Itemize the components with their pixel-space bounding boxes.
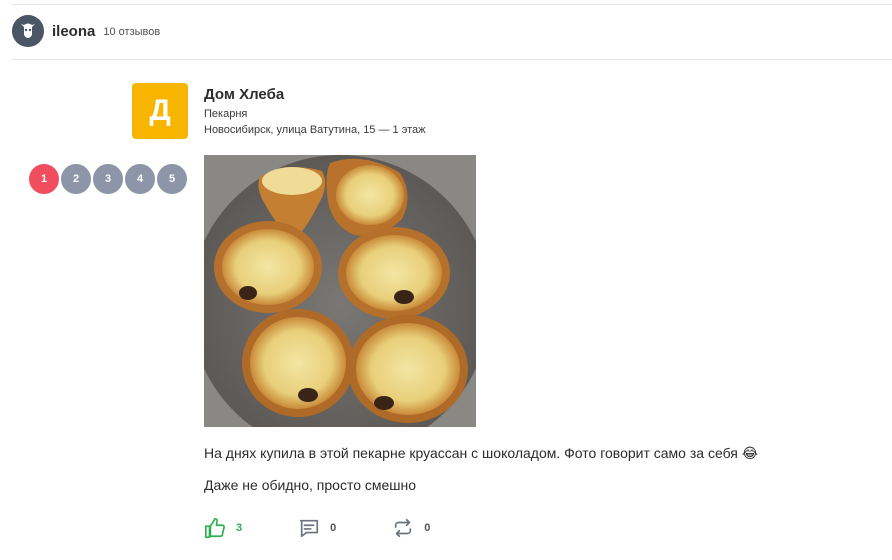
croissant-photo-icon [204,155,476,427]
like-button[interactable]: 3 [204,517,242,539]
top-divider [12,4,892,5]
place-category: Пекарня [204,108,248,120]
rating-star-5: 5 [156,163,188,195]
review-actions: 3 0 0 [204,517,486,539]
username[interactable]: ileona [52,23,95,40]
comment-button[interactable]: 0 [298,517,336,539]
comment-icon [300,519,319,538]
review-paragraph: На днях купила в этой пекарне круассан с… [204,445,759,461]
user-avatar-icon [12,15,44,47]
comments-count: 0 [330,522,337,534]
header-divider [12,59,892,60]
place-logo[interactable]: Д [132,83,188,139]
rating-star-1: 1 [28,163,60,195]
rating-star-2: 2 [60,163,92,195]
thumbs-up-icon [205,518,225,538]
likes-count: 3 [236,522,243,534]
repost-icon [395,518,412,538]
review-paragraph: Даже не обидно, просто смешно [204,477,417,493]
rating-stars: 1 2 3 4 5 [28,163,188,195]
review-text: На днях купила в этой пекарне круассан с… [204,444,884,494]
review-header: ileona 10 отзывов [12,14,160,48]
place-name[interactable]: Дом Хлеба [204,86,425,104]
place-address: Новосибирск, улица Ватутина, 15 — 1 этаж [204,124,426,136]
rating-star-4: 4 [124,163,156,195]
repost-button[interactable]: 0 [392,517,430,539]
review-photo[interactable] [204,155,476,427]
place-info: Дом Хлеба Пекарня Новосибирск, улица Ват… [204,86,425,137]
rating-star-3: 3 [92,163,124,195]
user-reviews-count: 10 отзывов [103,26,161,38]
reposts-count: 0 [424,522,431,534]
avatar[interactable] [12,15,44,47]
